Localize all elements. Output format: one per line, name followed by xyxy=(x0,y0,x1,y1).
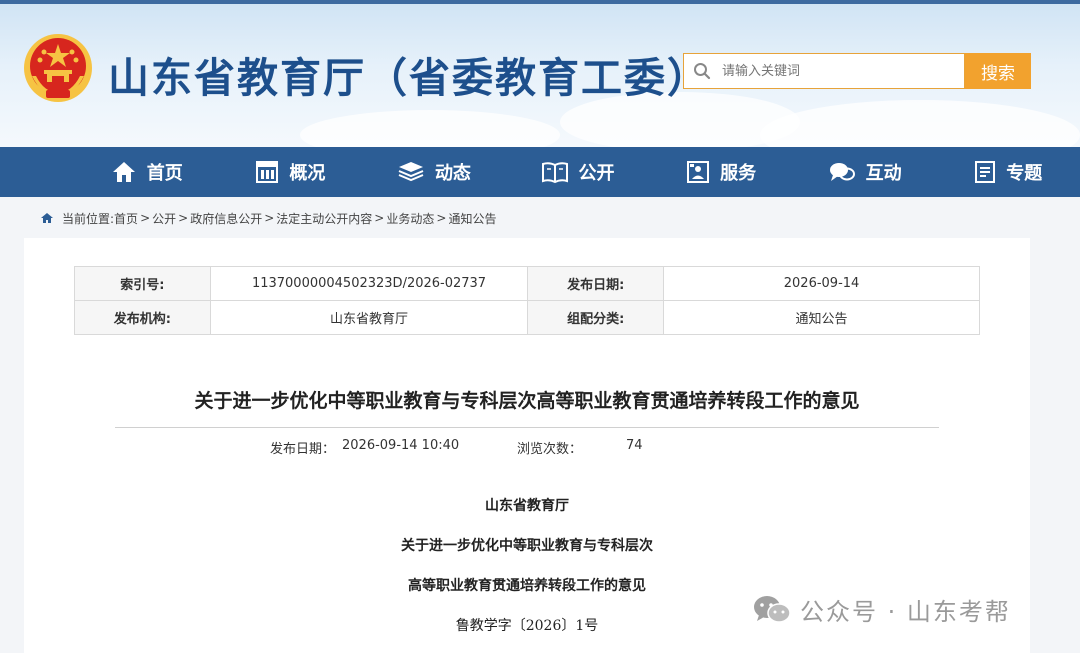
service-icon xyxy=(687,161,710,183)
breadcrumb-prefix: 当前位置: xyxy=(62,211,115,226)
index-label: 索引号: xyxy=(74,266,211,301)
home-small-icon xyxy=(41,213,53,223)
nav-label: 专题 xyxy=(1006,163,1043,184)
index-value: 11370000004502323D/2026-02737 xyxy=(209,266,529,301)
nav-label: 动态 xyxy=(434,163,471,184)
breadcrumb-separator: > xyxy=(264,211,275,225)
nav-item-topics[interactable]: 专题 xyxy=(936,147,1080,197)
search-button[interactable]: 搜索 xyxy=(965,53,1031,89)
date-value: 2026-09-14 xyxy=(663,266,980,301)
table-row: 索引号: 11370000004502323D/2026-02737 发布日期:… xyxy=(74,266,980,301)
banner-cloud xyxy=(760,100,1080,147)
building-icon xyxy=(256,161,279,183)
metadata-table: 索引号: 11370000004502323D/2026-02737 发布日期:… xyxy=(74,266,980,335)
stack-icon xyxy=(398,162,424,182)
category-label: 组配分类: xyxy=(527,300,665,335)
table-row: 发布机构: 山东省教育厅 组配分类: 通知公告 xyxy=(74,300,980,335)
article-heading-line1: 关于进一步优化中等职业教育与专科层次 xyxy=(401,538,653,554)
views-label: 浏览次数： xyxy=(517,442,583,457)
breadcrumb-link-home[interactable]: 首页 xyxy=(114,210,138,227)
breadcrumb: 当前位置: 首页 > 公开 > 政府信息公开 > 法定主动公开内容 > 业务动态… xyxy=(40,209,496,227)
book-icon xyxy=(541,162,568,184)
breadcrumb-separator: > xyxy=(178,211,189,225)
date-label: 发布日期: xyxy=(527,266,665,301)
main-nav: 首页 概况 动态 公开 服务 互动 专题 xyxy=(0,147,1080,197)
article-issuer: 山东省教育厅 xyxy=(485,498,569,514)
breadcrumb-separator: > xyxy=(436,211,447,225)
nav-label: 公开 xyxy=(578,163,615,184)
home-icon xyxy=(112,162,135,182)
nav-item-interact[interactable]: 互动 xyxy=(793,147,937,197)
search-icon xyxy=(684,54,720,88)
breadcrumb-link-statutory[interactable]: 法定主动公开内容 xyxy=(276,210,372,227)
breadcrumb-link-public[interactable]: 公开 xyxy=(152,210,176,227)
org-label: 发布机构: xyxy=(74,300,211,335)
nav-label: 概况 xyxy=(289,163,326,184)
search-input[interactable] xyxy=(720,62,954,80)
search-box[interactable] xyxy=(683,53,965,89)
publish-label: 发布日期： xyxy=(270,442,336,457)
views-value: 74 xyxy=(626,438,643,453)
nav-item-home[interactable]: 首页 xyxy=(75,147,219,197)
title-divider xyxy=(115,427,939,428)
banner-cloud xyxy=(300,110,560,147)
category-value: 通知公告 xyxy=(663,300,980,335)
org-value: 山东省教育厅 xyxy=(209,300,529,335)
breadcrumb-separator: > xyxy=(374,211,385,225)
nav-item-overview[interactable]: 概况 xyxy=(219,147,363,197)
breadcrumb-separator: > xyxy=(140,211,151,225)
watermark-text: 公众号 · 山东考帮 xyxy=(800,598,1011,626)
watermark: 公众号 · 山东考帮 xyxy=(752,592,1011,627)
nav-label: 服务 xyxy=(720,163,757,184)
article-title: 关于进一步优化中等职业教育与专科层次高等职业教育贯通培养转段工作的意见 xyxy=(194,390,860,412)
nav-item-service[interactable]: 服务 xyxy=(649,147,793,197)
nav-label: 首页 xyxy=(146,163,183,184)
banner-top-line xyxy=(0,0,1080,4)
breadcrumb-link-notices[interactable]: 通知公告 xyxy=(448,210,496,227)
nav-label: 互动 xyxy=(865,163,902,184)
site-title: 山东省教育厅（省委教育工委） xyxy=(108,54,710,102)
publish-value: 2026-09-14 10:40 xyxy=(342,438,460,453)
breadcrumb-link-gov-info[interactable]: 政府信息公开 xyxy=(190,210,262,227)
nav-item-news[interactable]: 动态 xyxy=(362,147,506,197)
nav-item-public[interactable]: 公开 xyxy=(506,147,650,197)
wechat-icon xyxy=(754,595,791,623)
national-emblem-icon xyxy=(24,34,92,102)
document-icon xyxy=(975,161,996,183)
breadcrumb-link-business[interactable]: 业务动态 xyxy=(386,210,434,227)
header-banner: 山东省教育厅（省委教育工委） 搜索 xyxy=(0,0,1080,147)
chat-icon xyxy=(829,163,855,181)
